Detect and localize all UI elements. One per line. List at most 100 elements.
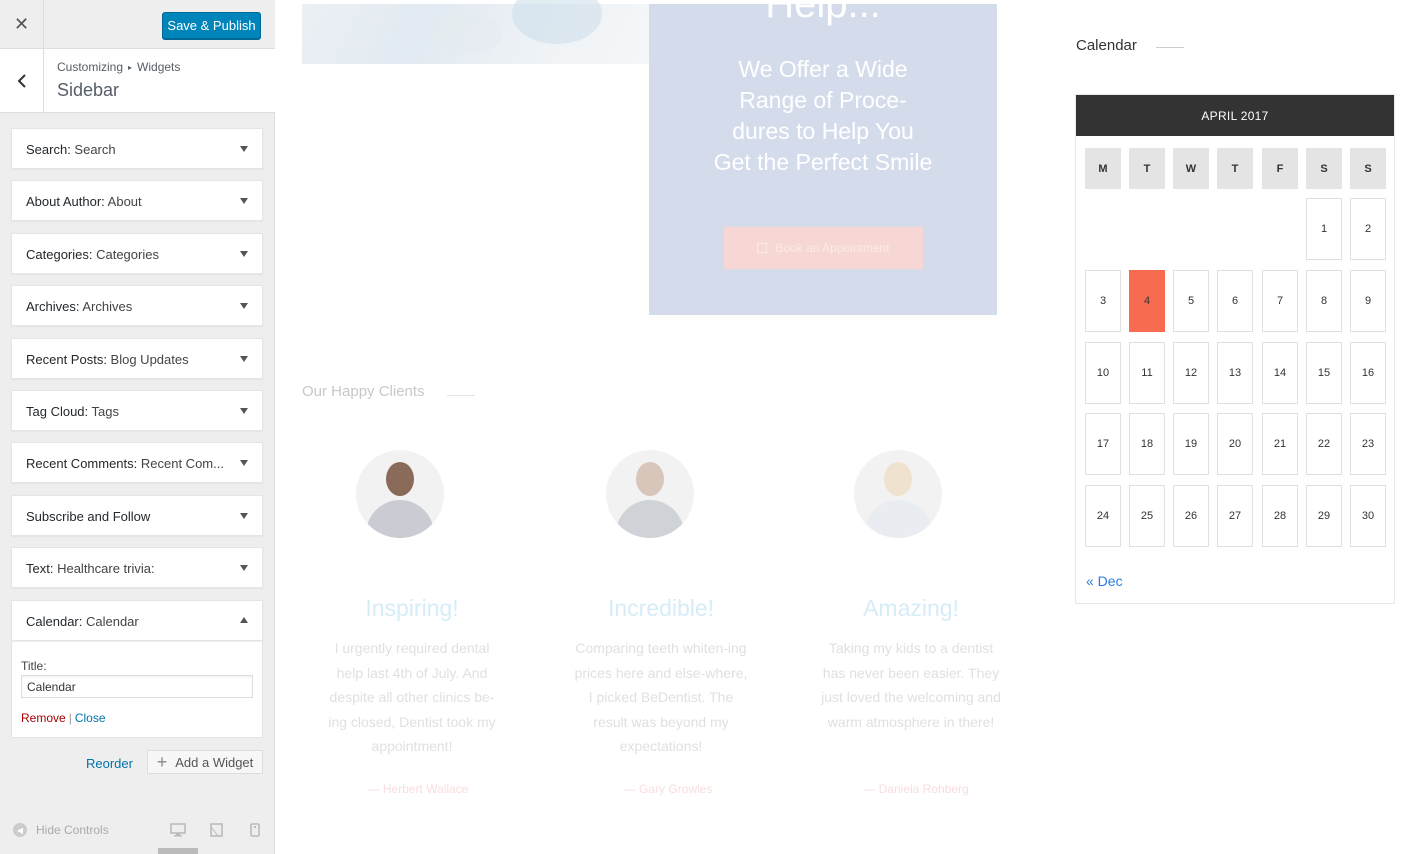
close-widget-link[interactable]: Close [75,711,106,725]
calendar-weekday: S [1350,148,1386,189]
calendar-day[interactable]: 19 [1173,413,1209,475]
calendar-day[interactable]: 21 [1262,413,1298,475]
calendar-day[interactable]: 23 [1350,413,1386,475]
title-field-label: Title: [21,659,47,673]
widget-recent-comments[interactable]: Recent Comments: Recent Com... [11,442,263,483]
calendar-day[interactable]: 20 [1217,413,1253,475]
calendar-day[interactable]: 11 [1129,342,1165,404]
close-customizer-button[interactable]: ✕ [0,0,44,49]
calendar-day[interactable]: 14 [1262,342,1298,404]
expand-arrow-icon[interactable] [240,146,248,152]
save-publish-button[interactable]: Save & Publish [162,12,261,39]
customizer-panel: ✕ Save & Publish Customizing ▸ Widgets Sid… [0,0,275,854]
section-title: Sidebar [57,80,120,100]
active-device-indicator [158,848,198,854]
promo-text: We Offer a Wide Range of Proce-dures to … [713,56,933,175]
client-name: Incredible! [607,595,715,621]
calendar-day[interactable]: 12 [1173,342,1209,404]
client-name: Amazing! [863,595,959,621]
calendar-day[interactable]: 24 [1085,485,1121,547]
client-quote: I urgently required dental help last 4th… [328,640,496,754]
expand-arrow-icon[interactable] [240,251,248,257]
tablet-preview-icon[interactable] [210,823,223,837]
action-separator: | [68,711,72,725]
collapse-arrow-icon[interactable] [240,617,248,623]
promo-heading: Help... [765,0,881,26]
widget-text[interactable]: Text: Healthcare trivia: [11,547,263,588]
calendar-weekday: M [1085,148,1121,189]
title-field[interactable]: Calendar [21,675,253,698]
client-avatar [854,450,942,538]
title-underline [447,395,475,396]
calendar-day[interactable]: 18 [1129,413,1165,475]
calendar-day[interactable]: 22 [1306,413,1342,475]
book-appointment-button[interactable]: Book an Appointment [724,227,923,269]
widget-about-author[interactable]: About Author: About [11,180,263,221]
client-quote: Taking my kids to a dentist has never be… [821,640,1001,730]
calendar-day[interactable]: 3 [1085,270,1121,332]
calendar-day[interactable]: 28 [1262,485,1298,547]
add-widget-button[interactable]: + Add a Widget [147,750,263,774]
breadcrumb-root: Customizing [57,60,124,74]
widget-categories[interactable]: Categories: Categories [11,233,263,274]
widget-subscribe-follow[interactable]: Subscribe and Follow [11,495,263,536]
widget-title: Text: Healthcare trivia: [26,561,155,576]
title-underline [1156,47,1184,48]
expand-arrow-icon[interactable] [240,303,248,309]
calendar-day[interactable]: 2 [1350,198,1386,260]
client-name: Inspiring! [365,595,459,621]
widget-tag-cloud[interactable]: Tag Cloud: Tags [11,390,263,431]
checkbox-icon [757,243,768,253]
add-widget-label: Add a Widget [175,754,254,770]
widget-title: Calendar: Calendar [26,614,139,629]
calendar-prev-link[interactable]: « Dec [1086,573,1123,589]
calendar-day[interactable]: 29 [1306,485,1342,547]
calendar-day[interactable]: 17 [1085,413,1121,475]
calendar-day-today[interactable]: 4 [1129,270,1165,332]
calendar-day[interactable]: 16 [1350,342,1386,404]
expand-arrow-icon[interactable] [240,408,248,414]
calendar-widget-form: Title: Calendar Remove | Close [11,641,263,738]
widget-archives[interactable]: Archives: Archives [11,285,263,326]
expand-arrow-icon[interactable] [240,460,248,466]
calendar-day[interactable]: 1 [1306,198,1342,260]
calendar-weekday: S [1306,148,1342,189]
expand-arrow-icon[interactable] [240,356,248,362]
calendar-day[interactable]: 26 [1173,485,1209,547]
widget-recent-posts[interactable]: Recent Posts: Blog Updates [11,338,263,379]
widget-search[interactable]: Search: Search [11,128,263,169]
widget-title: Recent Comments: Recent Com... [26,456,224,471]
widget-calendar[interactable]: Calendar: Calendar [11,600,263,641]
hide-controls-label: Hide Controls [36,823,109,837]
calendar-day[interactable]: 13 [1217,342,1253,404]
calendar-day[interactable]: 6 [1217,270,1253,332]
expand-arrow-icon[interactable] [240,565,248,571]
mobile-preview-icon[interactable] [250,823,260,837]
calendar-heading: Calendar [1076,37,1137,54]
calendar-day[interactable]: 7 [1262,270,1298,332]
section-header: Customizing ▸ Widgets Sidebar [0,49,275,113]
reorder-link[interactable]: Reorder [86,756,133,771]
remove-widget-link[interactable]: Remove [21,711,66,725]
calendar-day[interactable]: 15 [1306,342,1342,404]
back-button[interactable] [0,49,44,113]
hide-controls-button[interactable]: ◀ Hide Controls [13,823,109,837]
widget-title: Tag Cloud: Tags [26,404,119,419]
calendar-month: APRIL 2017 [1076,95,1394,136]
expand-arrow-icon[interactable] [240,513,248,519]
desktop-preview-icon[interactable] [170,823,186,837]
widget-title: Categories: Categories [26,247,159,262]
calendar-day[interactable]: 8 [1306,270,1342,332]
calendar-day[interactable]: 10 [1085,342,1121,404]
client-avatar [606,450,694,538]
breadcrumb-separator-icon: ▸ [128,63,133,72]
calendar-day[interactable]: 9 [1350,270,1386,332]
promo-box: Help... We Offer a Wide Range of Proce-d… [649,0,997,315]
calendar-day[interactable]: 5 [1173,270,1209,332]
calendar-day[interactable]: 30 [1350,485,1386,547]
widget-title: Subscribe and Follow [26,509,151,524]
close-icon: ✕ [13,14,30,34]
calendar-day[interactable]: 27 [1217,485,1253,547]
expand-arrow-icon[interactable] [240,198,248,204]
calendar-day[interactable]: 25 [1129,485,1165,547]
